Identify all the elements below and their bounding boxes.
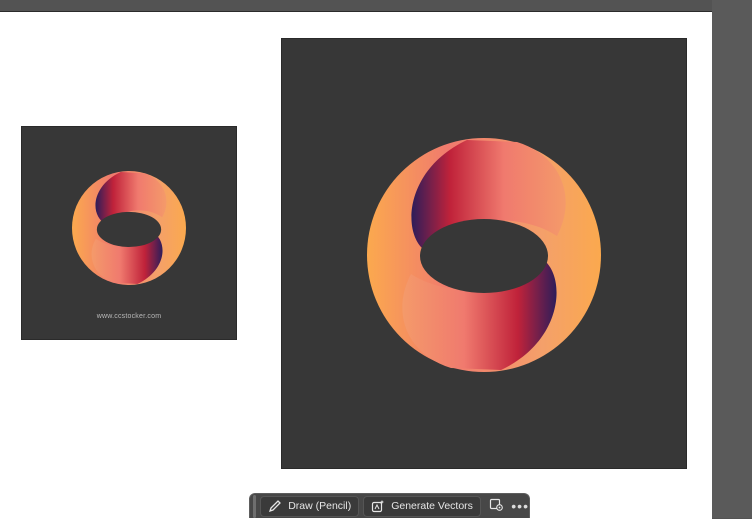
contextual-task-bar: Draw (Pencil) Generate Vectors ••• xyxy=(249,493,530,518)
more-icon[interactable]: ••• xyxy=(511,499,529,513)
drag-handle[interactable] xyxy=(253,494,257,518)
reference-thumbnail[interactable]: www.ccstocker.com xyxy=(21,126,237,340)
vector-artwork[interactable] xyxy=(281,38,687,469)
generate-vectors-label: Generate Vectors xyxy=(391,500,473,512)
generate-vectors-icon xyxy=(371,499,385,513)
logo-mark-small xyxy=(72,171,186,285)
pencil-icon xyxy=(268,499,282,513)
draw-pencil-label: Draw (Pencil) xyxy=(288,500,352,512)
generate-vectors-button[interactable]: Generate Vectors xyxy=(363,495,481,517)
recolor-button[interactable] xyxy=(489,497,503,515)
top-canvas-strip xyxy=(0,0,752,11)
draw-pencil-button[interactable]: Draw (Pencil) xyxy=(260,495,360,517)
logo-mark-large xyxy=(367,138,601,372)
canvas-gutter xyxy=(712,0,752,518)
recolor-icon xyxy=(489,497,503,516)
watermark-text: www.ccstocker.com xyxy=(96,313,162,320)
artboard[interactable]: www.ccstocker.com xyxy=(0,11,712,519)
